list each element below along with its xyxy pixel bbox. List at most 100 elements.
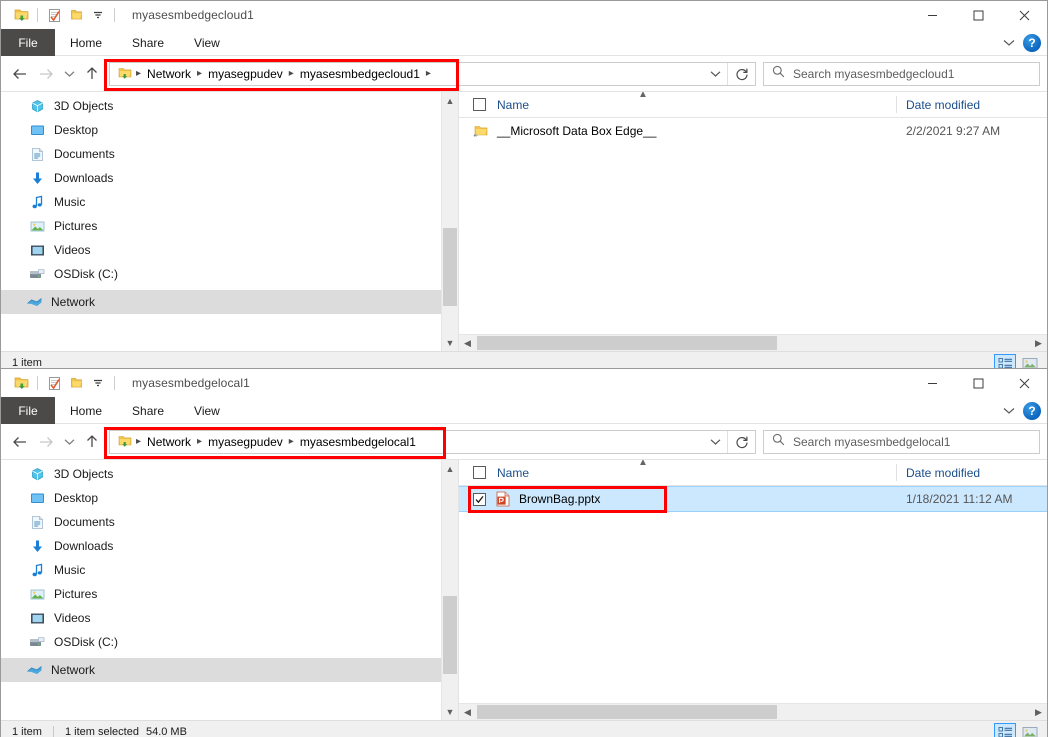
sidebar-item-osdisk[interactable]: OSDisk (C:) <box>1 630 458 654</box>
sidebar-item-3d-objects[interactable]: 3D Objects <box>1 94 458 118</box>
sidebar-item-network[interactable]: Network <box>1 290 458 314</box>
search-input[interactable]: Search myasesmbedgecloud1 <box>763 62 1040 86</box>
scroll-down-arrow-icon[interactable]: ▼ <box>442 703 458 720</box>
up-button[interactable] <box>79 61 105 87</box>
sidebar-item-pictures[interactable]: Pictures <box>1 582 458 606</box>
breadcrumb-chevron-3[interactable]: ▸ <box>425 68 432 79</box>
select-all-checkbox[interactable] <box>473 466 486 479</box>
breadcrumb-chevron-2[interactable]: ▸ <box>288 436 295 447</box>
customize-chevron-icon[interactable] <box>87 4 109 26</box>
close-button[interactable] <box>1001 1 1047 29</box>
tab-view[interactable]: View <box>179 397 235 424</box>
scroll-up-arrow-icon[interactable]: ▲ <box>442 460 458 477</box>
tab-view[interactable]: View <box>179 29 235 56</box>
navpane-scroll-thumb[interactable] <box>443 596 457 674</box>
maximize-button[interactable] <box>955 1 1001 29</box>
column-divider[interactable] <box>896 464 897 481</box>
details-view-button[interactable] <box>994 723 1016 737</box>
sidebar-item-network[interactable]: Network <box>1 658 458 682</box>
breadcrumb-chevron-1[interactable]: ▸ <box>196 68 203 79</box>
filepane-horizontal-scrollbar[interactable]: ◀ ▶ <box>459 334 1047 351</box>
column-header-name[interactable]: Name <box>497 466 529 480</box>
forward-button[interactable] <box>33 61 59 87</box>
breadcrumb-item-network[interactable]: Network <box>142 67 196 81</box>
column-header-date-modified[interactable]: Date modified <box>906 466 980 480</box>
new-folder-icon[interactable] <box>65 372 87 394</box>
file-name[interactable]: __Microsoft Data Box Edge__ <box>497 124 656 138</box>
breadcrumb-bar[interactable]: ▸ Network ▸ myasegpudev ▸ myasesmbedgecl… <box>109 62 756 86</box>
sidebar-item-music[interactable]: Music <box>1 558 458 582</box>
breadcrumb-chevron-2[interactable]: ▸ <box>288 68 295 79</box>
breadcrumb-item-share[interactable]: myasesmbedgelocal1 <box>295 435 421 449</box>
sidebar-item-3d-objects[interactable]: 3D Objects <box>1 462 458 486</box>
scroll-left-arrow-icon[interactable]: ◀ <box>459 704 476 721</box>
select-all-checkbox[interactable] <box>473 98 486 111</box>
column-header-name[interactable]: Name <box>497 98 529 112</box>
breadcrumb-item-server[interactable]: myasegpudev <box>203 67 288 81</box>
filepane-scroll-thumb[interactable] <box>477 705 777 719</box>
refresh-button[interactable] <box>727 63 755 85</box>
address-dropdown-icon[interactable] <box>703 63 727 85</box>
tab-home[interactable]: Home <box>55 397 117 424</box>
navpane-scroll-thumb[interactable] <box>443 228 457 306</box>
minimize-button[interactable] <box>909 1 955 29</box>
sidebar-item-documents[interactable]: Documents <box>1 510 458 534</box>
search-input[interactable]: Search myasesmbedgelocal1 <box>763 430 1040 454</box>
back-button[interactable] <box>7 429 33 455</box>
scroll-right-arrow-icon[interactable]: ▶ <box>1030 704 1047 721</box>
sidebar-item-pictures[interactable]: Pictures <box>1 214 458 238</box>
table-row[interactable]: __Microsoft Data Box Edge__ 2/2/2021 9:2… <box>459 118 1047 144</box>
tab-file[interactable]: File <box>1 29 55 56</box>
refresh-button[interactable] <box>727 431 755 453</box>
breadcrumb-item-server[interactable]: myasegpudev <box>203 435 288 449</box>
sidebar-item-music[interactable]: Music <box>1 190 458 214</box>
help-button[interactable]: ? <box>1023 34 1041 52</box>
close-button[interactable] <box>1001 369 1047 397</box>
customize-chevron-icon[interactable] <box>87 372 109 394</box>
back-button[interactable] <box>7 61 33 87</box>
tab-share[interactable]: Share <box>117 397 179 424</box>
sidebar-item-downloads[interactable]: Downloads <box>1 166 458 190</box>
breadcrumb-item-network[interactable]: Network <box>142 435 196 449</box>
filepane-scroll-thumb[interactable] <box>477 336 777 350</box>
properties-icon[interactable] <box>43 4 65 26</box>
scroll-down-arrow-icon[interactable]: ▼ <box>442 334 458 351</box>
tab-share[interactable]: Share <box>117 29 179 56</box>
maximize-button[interactable] <box>955 369 1001 397</box>
row-checkbox[interactable] <box>473 493 486 506</box>
up-button[interactable] <box>79 429 105 455</box>
forward-button[interactable] <box>33 429 59 455</box>
sidebar-item-desktop[interactable]: Desktop <box>1 118 458 142</box>
column-header-date-modified[interactable]: Date modified <box>906 98 980 112</box>
file-name[interactable]: BrownBag.pptx <box>519 492 600 506</box>
properties-icon[interactable] <box>43 372 65 394</box>
navpane-vertical-scrollbar[interactable]: ▲ ▼ <box>441 460 458 720</box>
filepane-horizontal-scrollbar[interactable]: ◀ ▶ <box>459 703 1047 720</box>
scroll-right-arrow-icon[interactable]: ▶ <box>1030 335 1047 352</box>
minimize-button[interactable] <box>909 369 955 397</box>
sidebar-item-videos[interactable]: Videos <box>1 238 458 262</box>
sidebar-item-documents[interactable]: Documents <box>1 142 458 166</box>
tab-home[interactable]: Home <box>55 29 117 56</box>
help-button[interactable]: ? <box>1023 402 1041 420</box>
recent-locations-icon[interactable] <box>59 61 79 87</box>
ribbon-collapse-chevron-icon[interactable] <box>1003 402 1015 420</box>
sidebar-item-downloads[interactable]: Downloads <box>1 534 458 558</box>
breadcrumb-bar[interactable]: ▸ Network ▸ myasegpudev ▸ myasesmbedgelo… <box>109 430 756 454</box>
sidebar-item-desktop[interactable]: Desktop <box>1 486 458 510</box>
tab-file[interactable]: File <box>1 397 55 424</box>
breadcrumb-item-share[interactable]: myasesmbedgecloud1 <box>295 67 425 81</box>
sidebar-item-videos[interactable]: Videos <box>1 606 458 630</box>
navpane-vertical-scrollbar[interactable]: ▲ ▼ <box>441 92 458 351</box>
ribbon-collapse-chevron-icon[interactable] <box>1003 34 1015 52</box>
address-dropdown-icon[interactable] <box>703 431 727 453</box>
scroll-left-arrow-icon[interactable]: ◀ <box>459 335 476 352</box>
large-icons-view-button[interactable] <box>1019 723 1041 737</box>
scroll-up-arrow-icon[interactable]: ▲ <box>442 92 458 109</box>
breadcrumb-chevron-1[interactable]: ▸ <box>196 436 203 447</box>
sidebar-item-osdisk[interactable]: OSDisk (C:) <box>1 262 458 286</box>
recent-locations-icon[interactable] <box>59 429 79 455</box>
new-folder-icon[interactable] <box>65 4 87 26</box>
table-row[interactable]: BrownBag.pptx 1/18/2021 11:12 AM <box>459 486 1047 512</box>
column-divider[interactable] <box>896 96 897 113</box>
